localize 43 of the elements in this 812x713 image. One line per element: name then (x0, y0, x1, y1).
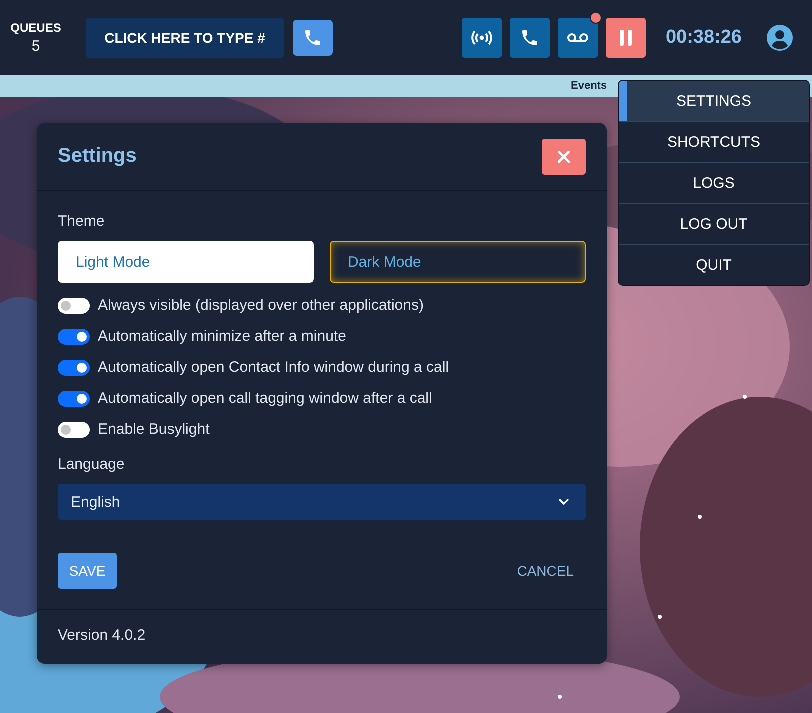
phone-icon (303, 28, 323, 48)
toggle-switch[interactable] (58, 390, 90, 406)
menu-item[interactable]: LOGS (619, 162, 809, 203)
menu-item[interactable]: QUIT (619, 244, 809, 285)
language-dropdown[interactable]: English (58, 484, 586, 520)
user-avatar-icon[interactable] (766, 24, 794, 52)
pause-button[interactable] (606, 18, 646, 58)
language-label: Language (58, 456, 126, 473)
phone-icon (520, 28, 540, 48)
version-text: Version 4.0.2 (58, 627, 146, 644)
voicemail-icon (566, 32, 589, 44)
queues-count: 5 (32, 38, 40, 54)
toggle-switch[interactable] (58, 328, 90, 344)
toggle-switch[interactable] (58, 422, 90, 438)
theme-option[interactable]: Dark Mode (330, 241, 586, 283)
broadcast-button[interactable] (462, 18, 502, 58)
events-label: Events (571, 80, 608, 92)
theme-option[interactable]: Light Mode (58, 241, 314, 283)
option-label: Automatically open Contact Info window during a call (98, 359, 450, 376)
pause-icon (618, 28, 633, 46)
option-label: Automatically minimize after a minute (98, 328, 346, 345)
call-timer: 00:38:26 (666, 26, 742, 48)
menu-item[interactable]: SHORTCUTS (619, 121, 809, 162)
option-label: Enable Busylight (98, 421, 210, 438)
phone-button[interactable] (510, 18, 550, 58)
option-label: Automatically open call tagging window after a call (98, 390, 432, 407)
toggle-switch[interactable] (58, 298, 90, 314)
call-button[interactable] (293, 20, 333, 56)
voicemail-button[interactable] (558, 18, 598, 58)
close-button[interactable] (542, 138, 586, 174)
cancel-button[interactable]: CANCEL (505, 563, 586, 579)
toggle-switch[interactable] (58, 360, 90, 376)
broadcast-icon (470, 30, 494, 46)
close-icon (558, 150, 570, 162)
menu-item[interactable]: LOG OUT (619, 203, 809, 244)
dialog-title: Settings (58, 145, 137, 168)
notification-dot (590, 12, 602, 24)
option-label: Always visible (displayed over other applications) (98, 297, 424, 314)
theme-label: Theme (58, 213, 106, 230)
queues-label: QUEUES (10, 20, 62, 34)
chevron-down-icon (558, 498, 570, 506)
dial-button[interactable]: CLICK HERE TO TYPE # (86, 18, 284, 58)
menu-item[interactable]: SETTINGS (619, 81, 809, 121)
